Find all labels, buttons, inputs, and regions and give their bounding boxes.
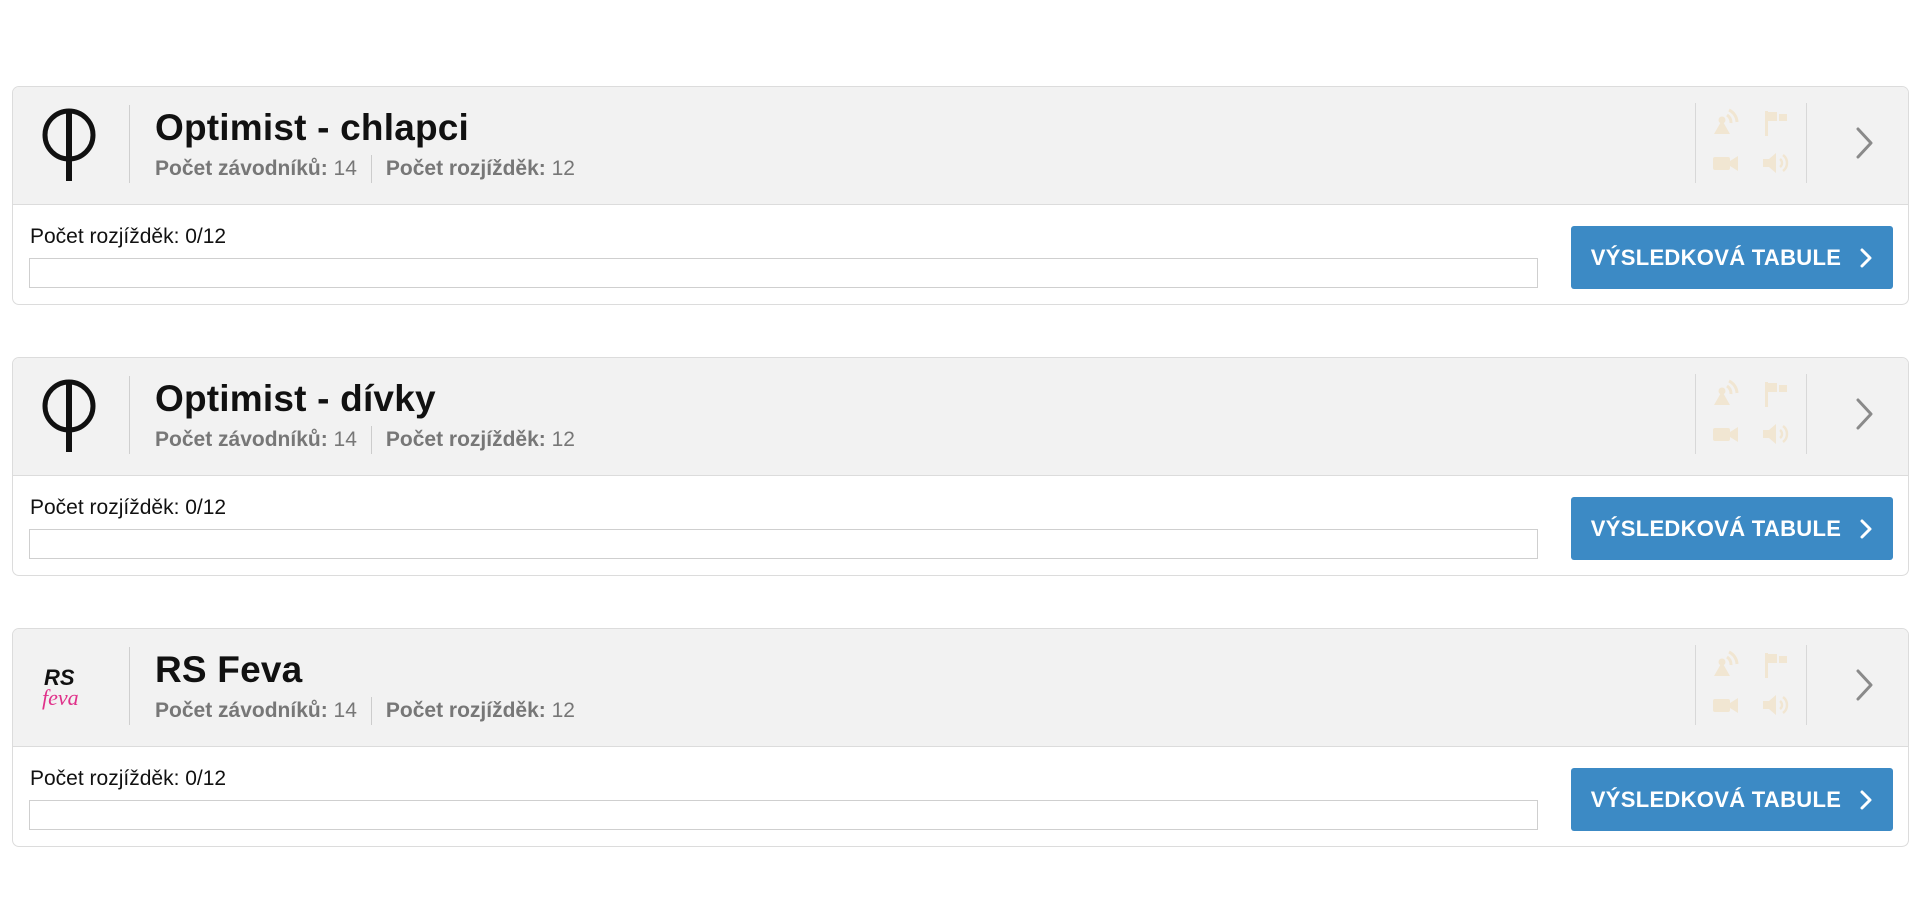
- class-detail-link[interactable]: [1841, 392, 1889, 440]
- chevron-right-icon: [1855, 397, 1875, 436]
- speaker-icon: [1756, 417, 1796, 451]
- live-broadcast-icon: [1706, 648, 1746, 682]
- races-progress-label: Počet rozjížděk: 0/12: [30, 225, 227, 248]
- stats-divider: [370, 426, 372, 454]
- speaker-icon: [1756, 146, 1796, 180]
- results-board-button[interactable]: VÝSLEDKOVÁ TABULE: [1571, 497, 1893, 560]
- video-camera-icon: [1706, 417, 1746, 451]
- competitors-value: 14: [333, 157, 357, 180]
- class-card-body: Počet rozjížděk: 0/12 VÝSLEDKOVÁ TABULE: [13, 747, 1908, 846]
- races-count-value: 12: [551, 428, 575, 451]
- races-progress-label: Počet rozjížděk: 0/12: [30, 496, 227, 519]
- races-progress-label: Počet rozjížděk: 0/12: [30, 767, 227, 790]
- competitors-value: 14: [333, 428, 357, 451]
- speaker-icon: [1756, 688, 1796, 722]
- races-count-label: Počet rozjížděk:: [385, 699, 546, 722]
- optimist-logo: [29, 376, 109, 456]
- live-broadcast-icon: [1706, 377, 1746, 411]
- video-camera-icon: [1706, 688, 1746, 722]
- header-divider: [129, 105, 130, 183]
- class-card: RS feva RS Feva Počet závodníků: 14 Počet ro…: [12, 628, 1909, 847]
- class-detail-link[interactable]: [1841, 663, 1889, 711]
- class-card-header: Optimist - chlapci Počet závodníků: 14 Poč…: [13, 87, 1908, 205]
- class-detail-link[interactable]: [1841, 121, 1889, 169]
- flag-icon: [1756, 377, 1796, 411]
- results-board-label: VÝSLEDKOVÁ TABULE: [1590, 515, 1842, 541]
- stats-divider: [370, 697, 372, 725]
- races-progress-bar: [29, 800, 1538, 830]
- competitors-label: Počet závodníků:: [155, 428, 328, 451]
- races-count-label: Počet rozjížděk:: [385, 428, 546, 451]
- results-board-label: VÝSLEDKOVÁ TABULE: [1590, 244, 1842, 270]
- competitors-label: Počet závodníků:: [155, 699, 328, 722]
- races-progress-bar: [29, 529, 1538, 559]
- races-count-value: 12: [551, 157, 575, 180]
- class-card-header: RS feva RS Feva Počet závodníků: 14 Počet ro…: [13, 629, 1908, 747]
- competitors-value: 14: [333, 699, 357, 722]
- chevron-right-icon: [1855, 668, 1875, 707]
- class-name: Optimist - chlapci: [155, 107, 470, 148]
- class-name: RS Feva: [155, 649, 303, 690]
- rs-feva-logo: RS feva: [29, 647, 109, 727]
- optimist-logo: [29, 105, 109, 185]
- flag-icon: [1756, 106, 1796, 140]
- results-board-button[interactable]: VÝSLEDKOVÁ TABULE: [1571, 226, 1893, 289]
- class-card: Optimist - dívky Počet závodníků: 14 Počet…: [12, 357, 1909, 576]
- chevron-right-icon: [1859, 789, 1873, 811]
- chevron-right-icon: [1855, 126, 1875, 165]
- feature-icons: [1695, 374, 1807, 454]
- header-divider: [129, 647, 130, 725]
- races-progress-bar: [29, 258, 1538, 288]
- class-card: Optimist - chlapci Počet závodníků: 14 Poč…: [12, 86, 1909, 305]
- results-board-button[interactable]: VÝSLEDKOVÁ TABULE: [1571, 768, 1893, 831]
- class-card-body: Počet rozjížděk: 0/12 VÝSLEDKOVÁ TABULE: [13, 476, 1908, 575]
- class-stats: Počet závodníků: 14 Počet rozjížděk: 12: [155, 697, 575, 725]
- class-stats: Počet závodníků: 14 Počet rozjížděk: 12: [155, 426, 575, 454]
- competitors-label: Počet závodníků:: [155, 157, 328, 180]
- class-card-header: Optimist - dívky Počet závodníků: 14 Počet…: [13, 358, 1908, 476]
- races-count-label: Počet rozjížděk:: [385, 157, 546, 180]
- stats-divider: [370, 155, 372, 183]
- class-stats: Počet závodníků: 14 Počet rozjížděk: 12: [155, 155, 575, 183]
- feature-icons: [1695, 645, 1807, 725]
- chevron-right-icon: [1859, 518, 1873, 540]
- class-name: Optimist - dívky: [155, 378, 436, 419]
- feva-logo-text: feva: [42, 685, 79, 710]
- results-board-label: VÝSLEDKOVÁ TABULE: [1590, 786, 1842, 812]
- races-count-value: 12: [551, 699, 575, 722]
- class-list: Optimist - chlapci Počet závodníků: 14 Poč…: [12, 86, 1909, 899]
- class-card-body: Počet rozjížděk: 0/12 VÝSLEDKOVÁ TABULE: [13, 205, 1908, 304]
- header-divider: [129, 376, 130, 454]
- feature-icons: [1695, 103, 1807, 183]
- video-camera-icon: [1706, 146, 1746, 180]
- flag-icon: [1756, 648, 1796, 682]
- chevron-right-icon: [1859, 247, 1873, 269]
- live-broadcast-icon: [1706, 106, 1746, 140]
